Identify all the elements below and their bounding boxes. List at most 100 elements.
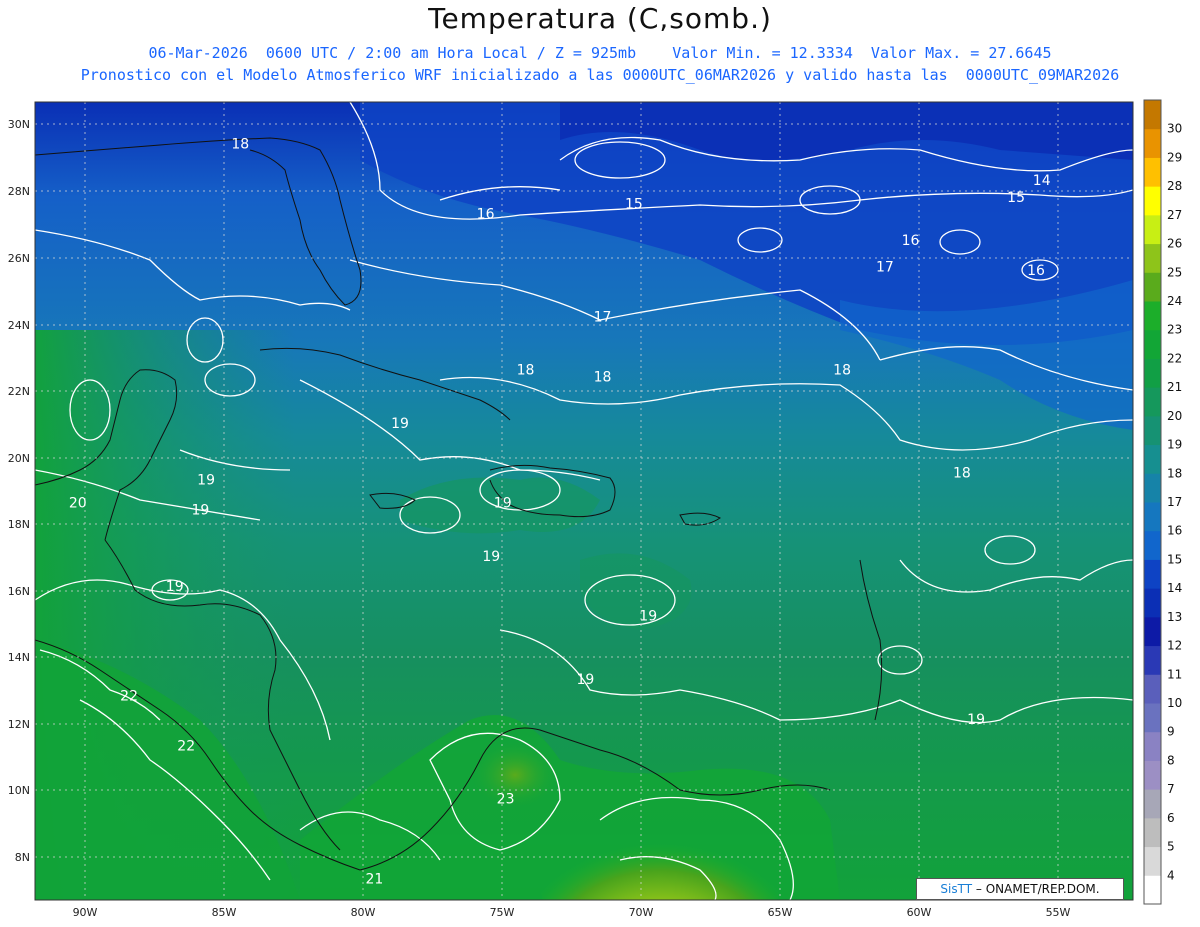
legend-swatch — [1144, 100, 1161, 130]
legend-level-label: 16 — [1167, 524, 1182, 538]
contour-label: 18 — [231, 137, 249, 153]
legend-swatch — [1144, 645, 1161, 675]
lat-tick-label: 24N — [8, 319, 30, 332]
contour-label: 17 — [594, 310, 612, 326]
contour-label: 19 — [197, 472, 215, 488]
lat-tick-label: 20N — [8, 452, 30, 465]
legend-level-label: 25 — [1167, 265, 1182, 279]
legend-swatch — [1144, 272, 1161, 302]
legend-swatch — [1144, 214, 1161, 245]
legend-swatch — [1144, 817, 1161, 848]
legend-level-label: 13 — [1167, 610, 1182, 624]
lat-tick-label: 18N — [8, 518, 30, 531]
legend-level-label: 7 — [1167, 782, 1175, 796]
legend-swatch — [1144, 157, 1161, 187]
legend-level-label: 27 — [1167, 208, 1182, 222]
contour-label: 19 — [482, 549, 500, 565]
lon-tick-label: 75W — [490, 906, 515, 919]
contour-label: 15 — [1007, 190, 1025, 206]
legend-swatch — [1144, 502, 1161, 532]
lat-tick-label: 10N — [8, 784, 30, 797]
lat-tick-label: 8N — [15, 851, 30, 864]
legend-level-label: 9 — [1167, 725, 1175, 739]
legend-swatch — [1144, 760, 1161, 790]
legend-swatch — [1144, 186, 1161, 216]
contour-label: 19 — [639, 609, 657, 625]
contour-label: 19 — [166, 579, 184, 595]
lat-tick-label: 22N — [8, 385, 30, 398]
legend-swatch — [1144, 387, 1161, 417]
lon-tick-label: 60W — [907, 906, 932, 919]
legend-swatch — [1144, 731, 1161, 761]
legend-level-label: 29 — [1167, 150, 1182, 164]
legend-level-label: 17 — [1167, 495, 1182, 509]
legend-level-label: 19 — [1167, 438, 1182, 452]
legend-level-label: 30 — [1167, 122, 1182, 136]
legend-level-label: 11 — [1167, 667, 1182, 681]
map-plot-area: 18 16 15 14 15 16 16 17 17 18 18 18 19 19 19 20 19 18 19 19… — [35, 102, 1133, 900]
lon-tick-label: 85W — [212, 906, 237, 919]
legend-swatch — [1144, 329, 1161, 359]
legend-swatch — [1144, 789, 1161, 819]
contour-label: 15 — [625, 196, 643, 212]
lat-tick-label: 30N — [8, 118, 30, 131]
contour-label: 14 — [1033, 173, 1051, 189]
legend-swatch — [1144, 301, 1161, 331]
contour-label: 16 — [477, 206, 495, 222]
legend-level-label: 18 — [1167, 466, 1182, 480]
lon-tick-label: 80W — [351, 906, 376, 919]
legend-level-label: 12 — [1167, 639, 1182, 653]
contour-label: 22 — [177, 738, 195, 754]
legend-swatch — [1144, 875, 1161, 905]
legend-swatch — [1144, 530, 1161, 560]
legend-level-label: 23 — [1167, 323, 1182, 337]
lat-tick-label: 26N — [8, 252, 30, 265]
contour-label: 17 — [876, 260, 894, 276]
legend-swatch — [1144, 703, 1161, 733]
contour-label: 16 — [1027, 263, 1045, 279]
legend-level-label: 20 — [1167, 409, 1182, 423]
legend-swatch — [1144, 674, 1161, 704]
legend-swatch — [1144, 444, 1161, 474]
credit-box: SisTT – ONAMET/REP.DOM. — [916, 878, 1124, 900]
legend-level-label: 6 — [1167, 811, 1175, 825]
contour-label: 23 — [497, 792, 515, 808]
legend-swatch — [1144, 473, 1161, 503]
longitude-axis: 90W 85W 80W 75W 70W 65W 60W 55W — [73, 906, 1071, 919]
legend-swatch — [1144, 559, 1161, 589]
legend-level-label: 26 — [1167, 237, 1182, 251]
contour-label: 18 — [594, 369, 612, 385]
contour-label: 19 — [191, 502, 209, 518]
contour-label: 19 — [391, 416, 409, 432]
legend-swatch — [1144, 128, 1161, 158]
legend-level-label: 24 — [1167, 294, 1182, 308]
temperature-map: 18 16 15 14 15 16 16 17 17 18 18 18 19 19 19 20 19 18 19 19… — [8, 99, 1182, 919]
lon-tick-label: 70W — [629, 906, 654, 919]
contour-label: 20 — [69, 496, 87, 512]
legend-level-label: 4 — [1167, 868, 1175, 882]
contour-label: 19 — [576, 672, 594, 688]
color-legend: 4 5 6 7 8 9 10 11 12 13 14 15 16 17 18 19 20 21 22 23 24 25 26… — [1143, 99, 1182, 905]
legend-level-label: 14 — [1167, 581, 1182, 595]
contour-label: 19 — [967, 712, 985, 728]
legend-swatch — [1144, 358, 1161, 388]
contour-label: 22 — [120, 689, 138, 705]
legend-level-label: 15 — [1167, 552, 1182, 566]
legend-swatch — [1144, 588, 1161, 618]
legend-level-label: 21 — [1167, 380, 1182, 394]
contour-label: 21 — [365, 871, 383, 887]
legend-level-label: 8 — [1167, 753, 1175, 767]
lon-tick-label: 90W — [73, 906, 98, 919]
lon-tick-label: 55W — [1046, 906, 1071, 919]
lat-tick-label: 14N — [8, 651, 30, 664]
legend-level-label: 28 — [1167, 179, 1182, 193]
lat-tick-label: 28N — [8, 185, 30, 198]
credit-text: – ONAMET/REP.DOM. — [975, 882, 1100, 896]
legend-swatch — [1144, 243, 1161, 273]
contour-label: 18 — [953, 466, 971, 482]
lon-tick-label: 65W — [768, 906, 793, 919]
sispi-logo: SisTT — [940, 882, 973, 896]
legend-swatch — [1144, 616, 1161, 647]
contour-label: 16 — [902, 233, 920, 249]
contour-label: 18 — [833, 363, 851, 379]
